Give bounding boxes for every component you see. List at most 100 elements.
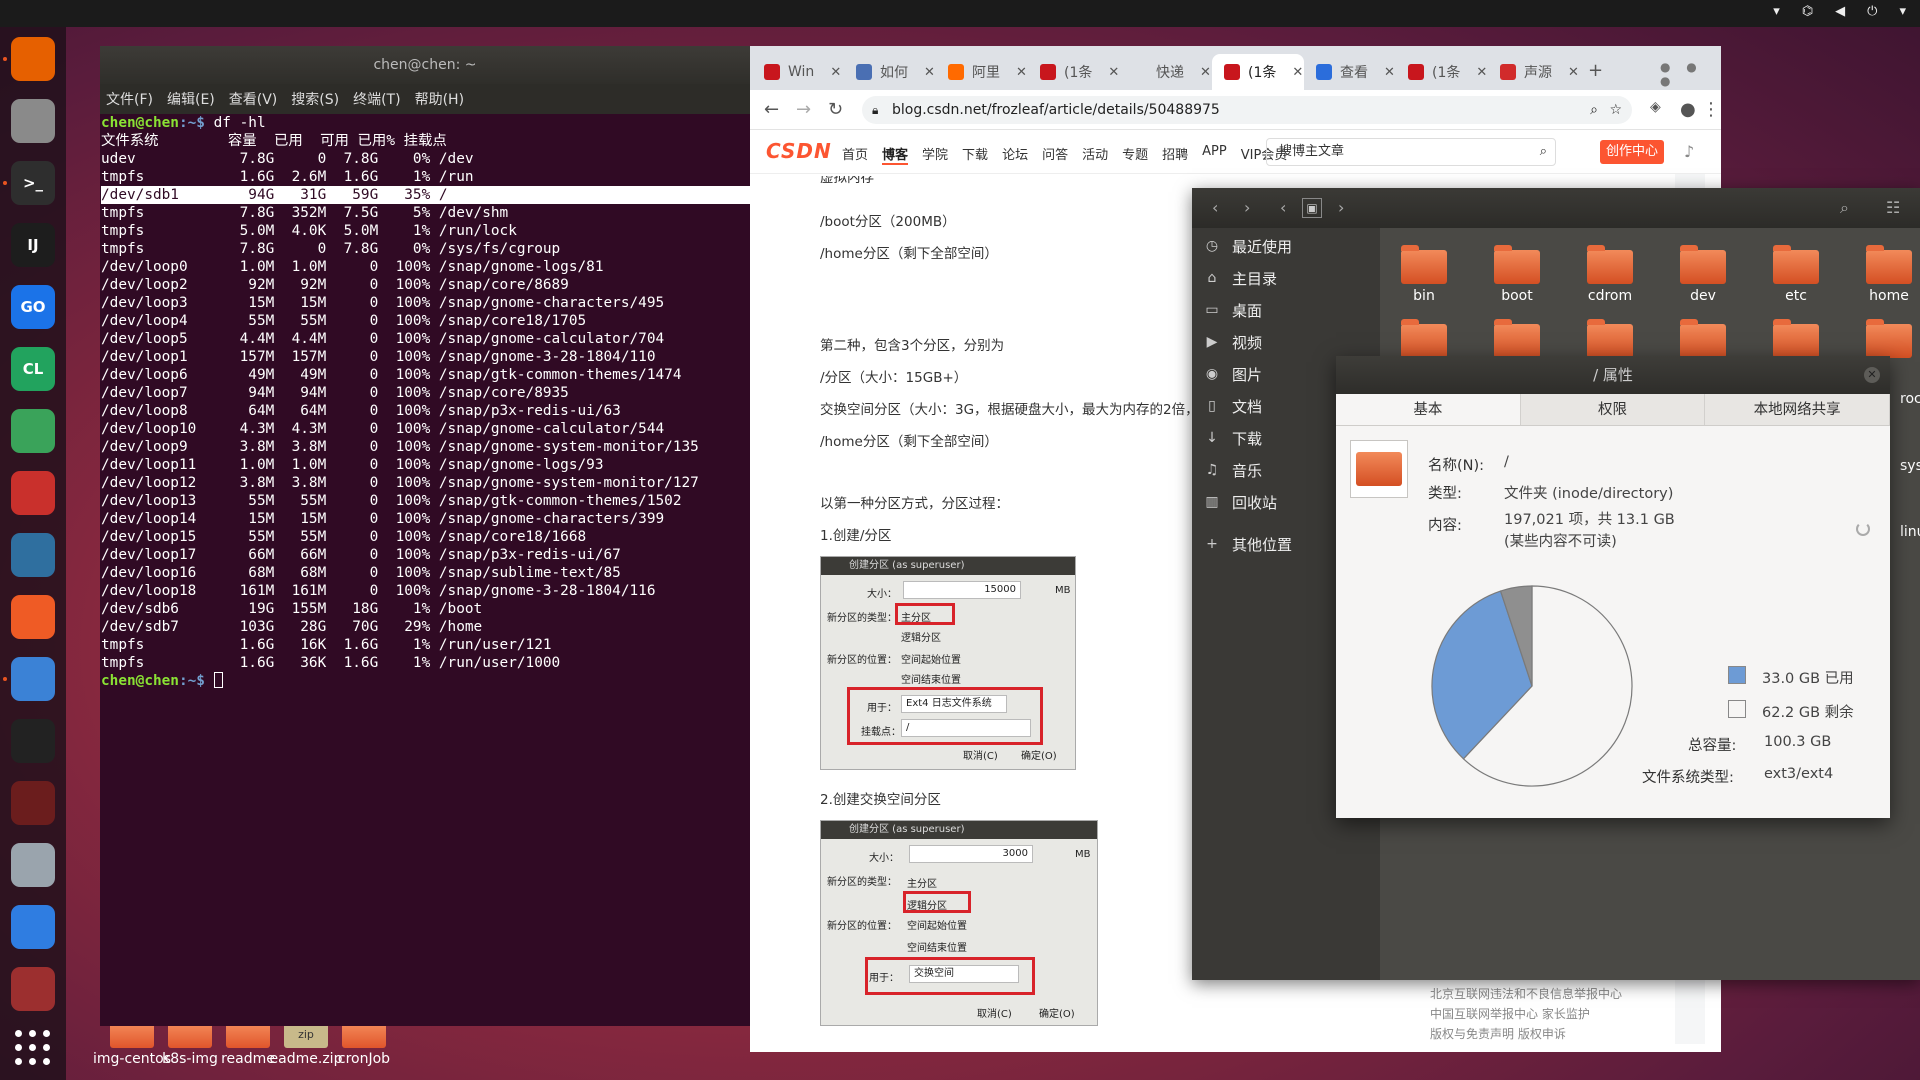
browser-tab[interactable]: 查看 ✕ [1304, 54, 1396, 90]
csdn-nav-item[interactable]: 下载 [962, 144, 988, 165]
profile-icon[interactable]: ● [1680, 99, 1696, 120]
screenshot-icon[interactable] [11, 843, 55, 887]
terminal-menu-item[interactable]: 文件(F) [106, 89, 153, 109]
folder-item[interactable]: etc [1766, 245, 1826, 304]
browser-tab[interactable]: (1条 ✕ [1396, 54, 1488, 90]
url-field[interactable]: 🔒︎ blog.csdn.net/frozleaf/article/detail… [862, 96, 1632, 124]
close-icon[interactable]: ✕ [1864, 367, 1880, 383]
folder-item[interactable] [1766, 319, 1826, 358]
view-toggle-icon[interactable]: ☷ [1886, 198, 1900, 217]
mysql-workbench-icon[interactable] [11, 533, 55, 577]
terminal-menu-item[interactable]: 编辑(E) [167, 89, 215, 109]
new-tab-button[interactable]: + [1588, 60, 1603, 81]
folder-label[interactable]: sys [1900, 458, 1920, 474]
properties-tab[interactable]: 本地网络共享 [1705, 394, 1890, 425]
close-tab-icon[interactable]: ✕ [1568, 65, 1579, 80]
clion-icon[interactable]: CL [11, 347, 55, 391]
menu-icon[interactable]: ⋮ [1702, 99, 1720, 120]
name-value[interactable]: / [1504, 454, 1509, 470]
folder-item[interactable]: home [1859, 245, 1919, 304]
terminal-menu-item[interactable]: 终端(T) [353, 89, 400, 109]
properties-title[interactable]: / 属性 ✕ [1336, 356, 1890, 394]
sidebar-item[interactable]: ◷ 最近使用 [1192, 230, 1380, 262]
folder-label[interactable]: linuz [1900, 524, 1920, 540]
browser-tab[interactable]: (1条 ✕ [1212, 54, 1304, 90]
close-tab-icon[interactable]: ✕ [1200, 65, 1211, 80]
forward-icon[interactable]: → [796, 99, 811, 120]
volume-icon[interactable]: ◀ [1835, 4, 1845, 19]
csdn-search-input[interactable]: 搜博主文章 ⌕ [1266, 138, 1556, 166]
chevron-right-icon[interactable]: › [1338, 198, 1344, 217]
search-icon[interactable]: ⌕ [1840, 198, 1849, 218]
folder-item[interactable] [1859, 319, 1919, 358]
sidebar-item[interactable]: ⌂ 主目录 [1192, 262, 1380, 294]
sidebar-item[interactable]: ▭ 桌面 [1192, 294, 1380, 326]
close-tab-icon[interactable]: ✕ [1292, 65, 1303, 80]
folder-item[interactable] [1394, 319, 1454, 358]
create-center-button[interactable]: 创作中心 [1600, 140, 1665, 164]
footer-link[interactable]: 北京互联网违法和不良信息举报中心 [1430, 984, 1622, 1004]
csdn-nav-item[interactable]: 博客 [882, 144, 909, 165]
qq-icon[interactable] [11, 719, 55, 763]
forward-icon[interactable]: › [1244, 198, 1250, 217]
close-tab-icon[interactable]: ✕ [1476, 65, 1487, 80]
terminal-icon[interactable]: >_ [11, 161, 55, 205]
files-icon[interactable] [11, 99, 55, 143]
system-tray[interactable]: ▾ ⌬ ◀ ⏻ ▾ [1751, 4, 1906, 19]
properties-tab[interactable]: 基本 [1336, 394, 1521, 425]
search-icon[interactable]: ⌕ [1540, 139, 1547, 165]
folder-item[interactable]: cdrom [1580, 245, 1640, 304]
back-icon[interactable]: ‹ [1212, 198, 1218, 217]
terminal-menu-item[interactable]: 帮助(H) [415, 89, 464, 109]
close-tab-icon[interactable]: ✕ [1016, 65, 1027, 80]
extension-icon[interactable]: ◈ [1650, 99, 1661, 115]
csdn-nav-item[interactable]: 专题 [1122, 144, 1148, 165]
browser-tab[interactable]: 如何 ✕ [844, 54, 936, 90]
terminal-menu-item[interactable]: 搜索(S) [291, 89, 339, 109]
reload-icon[interactable]: ↻ [828, 99, 843, 120]
sidebar-item[interactable]: ▶ 视频 [1192, 326, 1380, 358]
folder-item[interactable] [1580, 319, 1640, 358]
csdn-nav-item[interactable]: 活动 [1082, 144, 1108, 165]
footer-link[interactable]: 中国互联网举报中心 家长监护 [1430, 1004, 1622, 1024]
csdn-nav-item[interactable]: 问答 [1042, 144, 1068, 165]
csdn-nav-item[interactable]: 学院 [922, 144, 948, 165]
close-tab-icon[interactable]: ✕ [1108, 65, 1119, 80]
network-icon[interactable]: ⌬ [1802, 4, 1813, 19]
csdn-nav-item[interactable]: 论坛 [1002, 144, 1028, 165]
close-tab-icon[interactable]: ✕ [924, 65, 935, 80]
back-icon[interactable]: ← [764, 99, 779, 120]
star-icon[interactable]: ☆ [1609, 96, 1622, 124]
chrome-icon[interactable] [11, 657, 55, 701]
terminal-menu-item[interactable]: 查看(V) [229, 89, 278, 109]
chevron-left-icon[interactable]: ‹ [1280, 198, 1286, 217]
trash-icon[interactable] [11, 967, 55, 1011]
folder-item[interactable]: boot [1487, 245, 1547, 304]
csdn-nav-item[interactable]: 首页 [842, 144, 868, 165]
browser-tab[interactable]: (1条 ✕ [1028, 54, 1120, 90]
zoom-icon[interactable]: ⌕ [1590, 96, 1598, 124]
folder-item[interactable]: bin [1394, 245, 1454, 304]
jmeter-icon[interactable] [11, 781, 55, 825]
browser-tab[interactable]: 阿里 ✕ [936, 54, 1028, 90]
folder-item[interactable] [1673, 319, 1733, 358]
properties-dialog[interactable]: / 属性 ✕ 基本 权限 本地网络共享 名称(N): / 类型: 文件夹 (inod… [1336, 356, 1890, 818]
folder-label[interactable]: roc [1900, 391, 1920, 407]
folder-item[interactable]: dev [1673, 245, 1733, 304]
terminal-output[interactable]: chen@chen:~$ df -hl 文件系统 容量 已用 可用 已用% 挂载点… [100, 114, 750, 690]
terminal-title[interactable]: chen@chen: ~ [100, 46, 750, 84]
browser-tab[interactable]: Win ✕ [752, 54, 844, 90]
csdn-nav-item[interactable]: APP [1202, 144, 1227, 165]
csdn-nav-item[interactable]: 招聘 [1162, 144, 1188, 165]
postman-icon[interactable] [11, 595, 55, 639]
show-applications-button[interactable] [15, 1030, 51, 1066]
feishu-icon[interactable] [11, 905, 55, 949]
desktop-file[interactable]: cronJob [324, 1022, 404, 1067]
browser-tab[interactable]: 快递 ✕ [1120, 54, 1212, 90]
goland-icon[interactable]: GO [11, 285, 55, 329]
browser-tab[interactable]: 声源 ✕ [1488, 54, 1580, 90]
properties-tab[interactable]: 权限 [1521, 394, 1706, 425]
window-controls[interactable]: ● ● ● [1660, 60, 1721, 88]
power-icon[interactable]: ⏻ [1867, 4, 1877, 19]
close-tab-icon[interactable]: ✕ [1384, 65, 1395, 80]
